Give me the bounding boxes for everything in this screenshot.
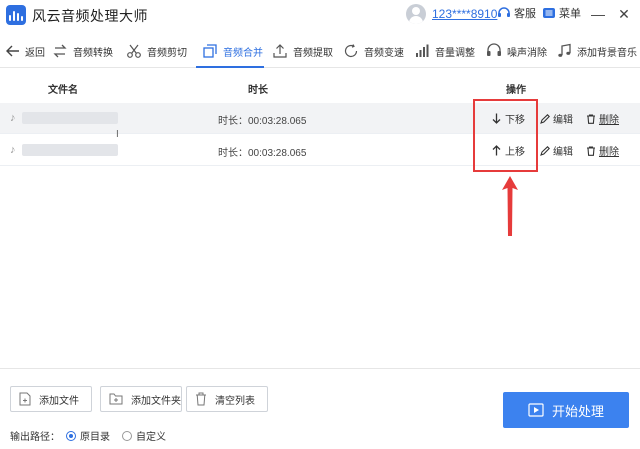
audio-file-icon: ♪	[10, 144, 16, 156]
tab-audio-speed[interactable]: 音频变速	[343, 34, 404, 68]
tab-add-background-music[interactable]: 添加背景音乐	[556, 34, 637, 68]
header-actions: 操作	[506, 85, 526, 96]
back-label: 返回	[25, 47, 45, 59]
radio-dot	[66, 430, 76, 441]
scissors-icon	[127, 44, 141, 58]
tab-label: 噪声消除	[507, 47, 547, 59]
swap-icon	[53, 44, 67, 58]
file-table-header: 文件名 时长 操作	[0, 76, 640, 100]
delete-label: 删除	[599, 115, 619, 126]
menu-label: 菜单	[559, 8, 581, 20]
delete-button[interactable]: 删除	[586, 111, 619, 126]
trash-icon	[196, 392, 206, 406]
row-duration: 时长：00:03:28.065	[218, 148, 307, 159]
volume-bars-icon	[416, 44, 429, 57]
add-file-button[interactable]: 添加文件	[10, 386, 92, 412]
tab-audio-cut[interactable]: 音频剪切	[126, 34, 187, 68]
highlight-annotation-box	[473, 99, 538, 172]
clear-list-label: 清空列表	[215, 395, 255, 407]
bottom-divider	[0, 368, 640, 369]
arrow-left-icon	[6, 45, 19, 57]
tab-label: 音频转换	[73, 47, 113, 59]
tab-label: 添加背景音乐	[577, 47, 637, 59]
clear-list-button[interactable]: 清空列表	[186, 386, 268, 412]
header-file-name: 文件名	[48, 85, 78, 96]
menu-button[interactable]: 菜单	[542, 5, 581, 21]
audio-file-icon: ♪	[10, 112, 16, 124]
output-path-label: 输出路径：	[10, 432, 60, 443]
tab-audio-merge[interactable]: 音频合并	[202, 34, 263, 68]
radio-original-directory[interactable]: 原目录	[66, 428, 110, 443]
edit-button[interactable]: 编辑	[540, 111, 573, 126]
active-tab-indicator	[196, 66, 264, 68]
delete-label: 删除	[599, 147, 619, 158]
add-file-label: 添加文件	[39, 395, 79, 407]
radio-custom-directory[interactable]: 自定义	[122, 428, 166, 443]
tab-volume-adjust[interactable]: 音量调整	[414, 34, 475, 68]
customer-service-label: 客服	[514, 8, 536, 20]
header-duration: 时长	[248, 85, 268, 96]
edit-button[interactable]: 编辑	[540, 143, 573, 158]
file-name-redacted	[22, 112, 118, 124]
red-arrow-annotation-icon	[502, 176, 518, 236]
tab-noise-removal[interactable]: 噪声消除	[486, 34, 547, 68]
radio-original-label: 原目录	[80, 432, 110, 443]
add-folder-button[interactable]: 添加文件夹	[100, 386, 182, 412]
hamburger-icon	[543, 8, 555, 18]
tab-label: 音量调整	[435, 47, 475, 59]
trash-icon	[587, 113, 595, 124]
tab-label: 音频合并	[223, 47, 263, 59]
tab-label: 音频变速	[364, 47, 404, 59]
file-name-redacted	[22, 144, 118, 156]
merge-icon	[203, 44, 217, 58]
customer-service-button[interactable]: 客服	[497, 5, 536, 21]
add-file-icon	[19, 392, 31, 406]
pencil-icon	[540, 113, 550, 124]
add-folder-icon	[109, 393, 123, 405]
app-title: 风云音频处理大师	[32, 8, 148, 24]
table-row[interactable]: ♪ 时长：00:03:28.065 上移 编辑 删除	[0, 135, 640, 166]
noise-icon	[487, 43, 501, 56]
pencil-icon	[540, 145, 550, 156]
minimize-button[interactable]: —	[587, 3, 609, 25]
back-button[interactable]: 返回	[6, 34, 45, 68]
start-processing-label: 开始处理	[551, 403, 604, 419]
radio-dot	[122, 430, 132, 441]
edit-label: 编辑	[553, 147, 573, 158]
tab-label: 音频剪切	[147, 47, 187, 59]
tab-label: 音频提取	[293, 47, 333, 59]
trash-icon	[587, 145, 595, 156]
app-logo-icon	[6, 5, 26, 25]
username-link[interactable]: 123****8910	[432, 7, 497, 21]
toolbar: 返回 音频转换 音频剪切 音频合并 音频提取 音频变速 音量调整 噪声消除 添加…	[0, 34, 640, 68]
extract-icon	[273, 44, 287, 58]
music-note-icon	[558, 43, 571, 57]
delete-button[interactable]: 删除	[586, 143, 619, 158]
table-row[interactable]: ♪ 时长：00:03:28.065 下移 编辑 删除	[0, 103, 640, 134]
close-button[interactable]: ✕	[613, 3, 635, 25]
title-bar: 风云音频处理大师 123****8910 客服 菜单 — ✕	[0, 0, 640, 30]
row-duration: 时长：00:03:28.065	[218, 116, 307, 127]
add-folder-label: 添加文件夹	[131, 395, 181, 407]
tab-audio-convert[interactable]: 音频转换	[52, 34, 113, 68]
start-processing-button[interactable]: 开始处理	[503, 392, 629, 428]
radio-custom-label: 自定义	[136, 432, 166, 443]
speed-icon	[344, 44, 358, 58]
avatar[interactable]	[406, 4, 426, 24]
headset-icon	[498, 7, 510, 17]
play-icon	[528, 403, 544, 417]
tab-audio-extract[interactable]: 音频提取	[272, 34, 333, 68]
edit-label: 编辑	[553, 115, 573, 126]
